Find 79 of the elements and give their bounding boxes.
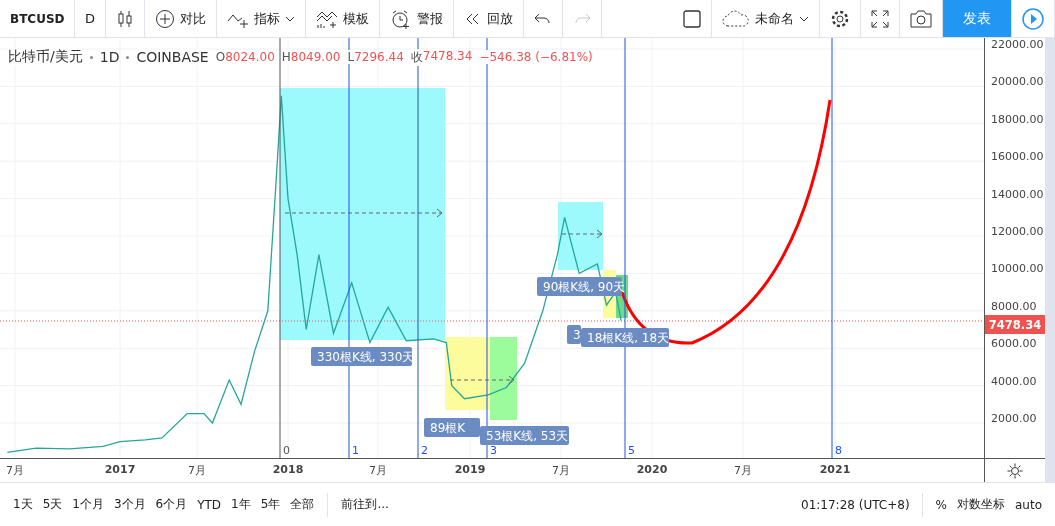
percent-button[interactable]: % bbox=[930, 493, 952, 516]
dashed-arrow bbox=[561, 229, 603, 239]
price-tick: 2000.00 bbox=[991, 412, 1037, 425]
price-tick: 6000.00 bbox=[991, 337, 1037, 351]
time-tick: 2018 bbox=[272, 463, 304, 476]
price-tick: 14000.00 bbox=[991, 187, 1044, 201]
time-zone-label: 8 bbox=[835, 444, 842, 457]
time-tick: 2017 bbox=[104, 463, 136, 476]
range-label: 3 bbox=[567, 325, 581, 344]
time-zone-line[interactable] bbox=[417, 38, 419, 458]
symbol-title: 比特币/美元 bbox=[8, 48, 83, 66]
price-change: −546.38 (−6.81%) bbox=[479, 50, 593, 64]
range-button[interactable]: 1年 bbox=[226, 492, 256, 517]
fullscreen-icon bbox=[871, 9, 889, 28]
clock-label: 01:17:28 (UTC+8) bbox=[801, 497, 910, 512]
goto-button[interactable]: 前往到... bbox=[336, 492, 394, 517]
price-tick: 8000.00 bbox=[991, 299, 1037, 313]
cloud-icon bbox=[722, 9, 750, 28]
dashed-arrow bbox=[449, 375, 515, 385]
auto-button[interactable]: auto bbox=[1010, 493, 1047, 516]
ohlc-key: O bbox=[215, 50, 226, 64]
ohlc-key: L bbox=[347, 50, 355, 64]
time-tick: 2020 bbox=[636, 463, 668, 476]
caret-icon bbox=[285, 15, 295, 22]
range-button[interactable]: YTD bbox=[192, 493, 227, 516]
separator-dot bbox=[126, 55, 130, 59]
range-button[interactable]: 5年 bbox=[255, 492, 286, 517]
settings-icon bbox=[830, 8, 850, 29]
exchange-label: COINBASE bbox=[136, 49, 209, 65]
log-scale-button[interactable]: 对数坐标 bbox=[952, 492, 1010, 517]
price-tick: 16000.00 bbox=[991, 150, 1044, 164]
square-icon bbox=[683, 9, 701, 28]
time-tick: 2021 bbox=[819, 463, 851, 476]
price-tick: 20000.00 bbox=[991, 75, 1044, 89]
ohlc-value: 8024.00 bbox=[225, 50, 275, 64]
time-tick: 7月 bbox=[188, 463, 206, 478]
camera-icon bbox=[910, 9, 932, 28]
time-zone-line[interactable] bbox=[486, 38, 488, 458]
time-tick: 2019 bbox=[454, 463, 486, 476]
range-button[interactable]: 1个月 bbox=[67, 492, 109, 517]
separator-dot bbox=[89, 55, 93, 59]
time-zone-label: 5 bbox=[628, 444, 635, 457]
time-zone-label: 1 bbox=[352, 444, 359, 457]
price-tick: 12000.00 bbox=[991, 225, 1044, 238]
candlestick-icon bbox=[116, 8, 134, 29]
price-tick: 4000.00 bbox=[991, 374, 1037, 388]
time-zone-line[interactable] bbox=[279, 38, 281, 458]
price-tick: 18000.00 bbox=[991, 112, 1044, 126]
plus-circle-icon bbox=[155, 8, 175, 29]
range-button[interactable]: 全部 bbox=[285, 492, 320, 517]
price-tick: 22000.00 bbox=[991, 38, 1044, 51]
time-tick: 7月 bbox=[552, 463, 570, 478]
range-button[interactable]: 5天 bbox=[37, 492, 68, 517]
ohlc-key: H bbox=[281, 50, 291, 64]
caret-icon bbox=[799, 15, 809, 22]
time-zone-label: 0 bbox=[283, 444, 290, 457]
ohlc-key: 收 bbox=[410, 48, 423, 66]
settings-icon[interactable] bbox=[1007, 462, 1023, 479]
ohlc-value: 8049.00 bbox=[290, 50, 341, 64]
time-tick: 7月 bbox=[369, 463, 387, 478]
price-axis[interactable]: 22000.00 20000.00 18000.00 16000.00 14000.00 12000.00 10000.00 8000.00 6000.00 4000.00 2000.00 7478.34 bbox=[985, 38, 1045, 458]
time-tick: 7月 bbox=[734, 463, 752, 478]
time-zone-label: 2 bbox=[421, 444, 428, 457]
price-tick: 10000.00 bbox=[991, 262, 1044, 276]
time-zone-label: 3 bbox=[490, 444, 497, 457]
range-button[interactable]: 1天 bbox=[8, 492, 38, 517]
range-button[interactable]: 3个月 bbox=[108, 492, 151, 517]
interval-label: 1D bbox=[99, 49, 120, 65]
play-icon bbox=[1022, 7, 1044, 30]
time-zone-line[interactable] bbox=[348, 38, 350, 458]
alarm-clock-icon bbox=[390, 8, 412, 29]
last-price-tag: 7478.34 bbox=[985, 315, 1045, 334]
time-tick: 7月 bbox=[6, 463, 24, 478]
range-label: 18根K线, 18天 bbox=[581, 328, 670, 347]
range-button[interactable]: 6个月 bbox=[150, 492, 193, 517]
range-label: 53根K线, 53天 bbox=[480, 426, 569, 445]
range-label: 90根K线, 90天 bbox=[537, 277, 626, 296]
ohlc-value: 7296.44 bbox=[354, 50, 404, 64]
range-label: 89根K bbox=[424, 418, 480, 437]
